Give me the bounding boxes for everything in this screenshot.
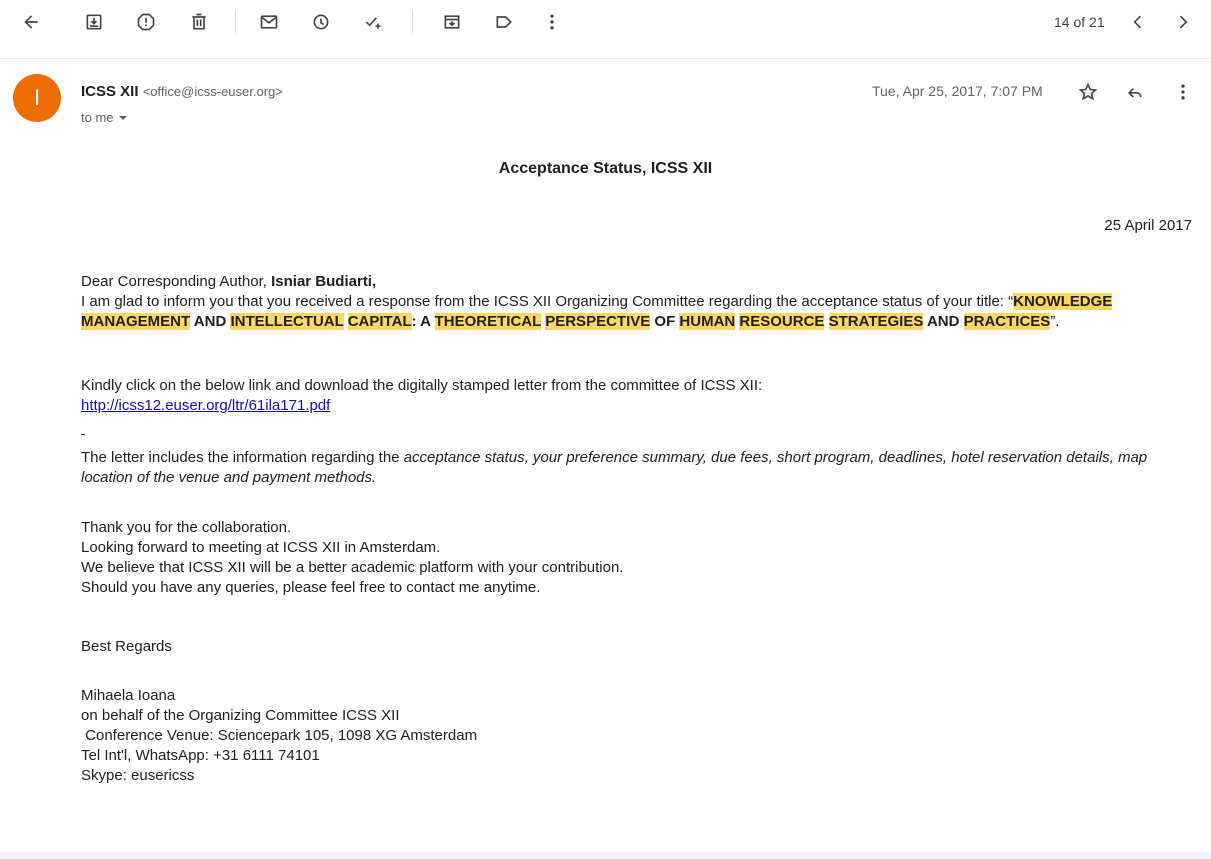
snooze-icon[interactable]: [309, 10, 333, 34]
reply-icon[interactable]: [1123, 80, 1147, 104]
toolbar-separator: [235, 11, 236, 33]
thanks-line: Should you have any queries, please feel…: [81, 579, 541, 596]
spacer-underscore: [81, 427, 1196, 435]
intro-paragraph: I am glad to inform you that you receive…: [81, 292, 1196, 332]
highlighted-title-word: THEORETICAL: [434, 313, 542, 330]
label-icon[interactable]: [492, 10, 516, 34]
intro-text: I am glad to inform you that you receive…: [81, 293, 1014, 310]
highlighted-title-word: PRACTICES: [963, 313, 1051, 330]
author-name: Isniar Budiarti,: [271, 273, 377, 290]
highlighted-title-word: HUMAN: [679, 313, 736, 330]
salutation: Dear Corresponding Author, Isniar Budiar…: [81, 272, 1196, 292]
title-close: ”.: [1050, 313, 1060, 330]
toolbar-separator: [412, 11, 413, 33]
more-vert-icon[interactable]: [540, 10, 564, 34]
highlighted-title-word: MANAGEMENT: [81, 313, 191, 330]
sender-name[interactable]: ICSS XII: [81, 83, 139, 100]
toolbar-divider: [0, 58, 1211, 59]
highlighted-title-word: PERSPECTIVE: [545, 313, 651, 330]
avatar[interactable]: I: [13, 74, 61, 122]
letter-date: 25 April 2017: [1104, 217, 1192, 234]
archive-icon[interactable]: [82, 10, 106, 34]
title-text: OF: [650, 313, 680, 330]
toolbar: 14 of 21: [0, 0, 1211, 46]
title-text: AND: [923, 313, 964, 330]
report-spam-icon[interactable]: [134, 10, 158, 34]
avatar-letter: I: [33, 85, 41, 110]
recipient-details[interactable]: to me: [81, 110, 128, 125]
thanks-block: Thank you for the collaboration. Looking…: [81, 518, 1196, 598]
title-text: AND: [190, 313, 231, 330]
message-date: Tue, Apr 25, 2017, 7:07 PM: [872, 83, 1043, 99]
highlighted-title-word: KNOWLEDGE: [1013, 293, 1113, 310]
sender-email: <office@icss-euser.org>: [142, 84, 283, 99]
back-arrow-icon[interactable]: [19, 10, 43, 34]
title-text: : A: [411, 313, 435, 330]
next-icon[interactable]: [1171, 10, 1195, 34]
thanks-line: We believe that ICSS XII will be a bette…: [81, 559, 624, 576]
signature-line: Skype: eusericss: [81, 767, 195, 784]
signature-line: Conference Venue: Sciencepark 105, 1098 …: [81, 727, 478, 744]
mark-unread-icon[interactable]: [257, 10, 281, 34]
letter-link-line: http://icss12.euser.org/ltr/61ila171.pdf: [81, 396, 1196, 416]
sender: ICSS XII <office@icss-euser.org>: [81, 83, 283, 100]
underscore-mark: [81, 430, 85, 435]
letter-link[interactable]: http://icss12.euser.org/ltr/61ila171.pdf: [81, 397, 330, 414]
thanks-line: Thank you for the collaboration.: [81, 519, 292, 536]
click-instruction: Kindly click on the below link and downl…: [81, 377, 763, 394]
highlighted-title-word: CAPITAL: [347, 313, 412, 330]
signature-line: Mihaela Ioana: [81, 687, 176, 704]
info-paragraph: The letter includes the information rega…: [81, 448, 1196, 488]
message-subject: Acceptance Status, ICSS XII: [498, 160, 713, 177]
highlighted-title-word: STRATEGIES: [828, 313, 924, 330]
salutation-prefix: Dear Corresponding Author,: [81, 273, 272, 290]
message-count: 14 of 21: [1054, 14, 1105, 30]
signature-line: on behalf of the Organizing Committee IC…: [81, 707, 400, 724]
star-icon[interactable]: [1076, 80, 1100, 104]
footer-bar: [0, 852, 1211, 859]
info-prefix: The letter includes the information rega…: [81, 449, 404, 466]
recipient-label: to me: [81, 110, 114, 125]
delete-icon[interactable]: [187, 10, 211, 34]
signature-line: Tel Int'l, WhatsApp: +31 6111 74101: [81, 747, 320, 764]
closing: Best Regards: [81, 638, 172, 655]
signature-block: Mihaela Ioana on behalf of the Organizin…: [81, 686, 1196, 786]
title-text: [824, 313, 828, 330]
move-to-icon[interactable]: [440, 10, 464, 34]
highlighted-title-word: RESOURCE: [739, 313, 825, 330]
add-task-icon[interactable]: [361, 10, 385, 34]
chevron-down-icon: [118, 115, 127, 120]
more-options-icon[interactable]: [1171, 80, 1195, 104]
highlighted-title-word: INTELLECTUAL: [230, 313, 344, 330]
prev-icon[interactable]: [1126, 10, 1150, 34]
thanks-line: Looking forward to meeting at ICSS XII i…: [81, 539, 441, 556]
